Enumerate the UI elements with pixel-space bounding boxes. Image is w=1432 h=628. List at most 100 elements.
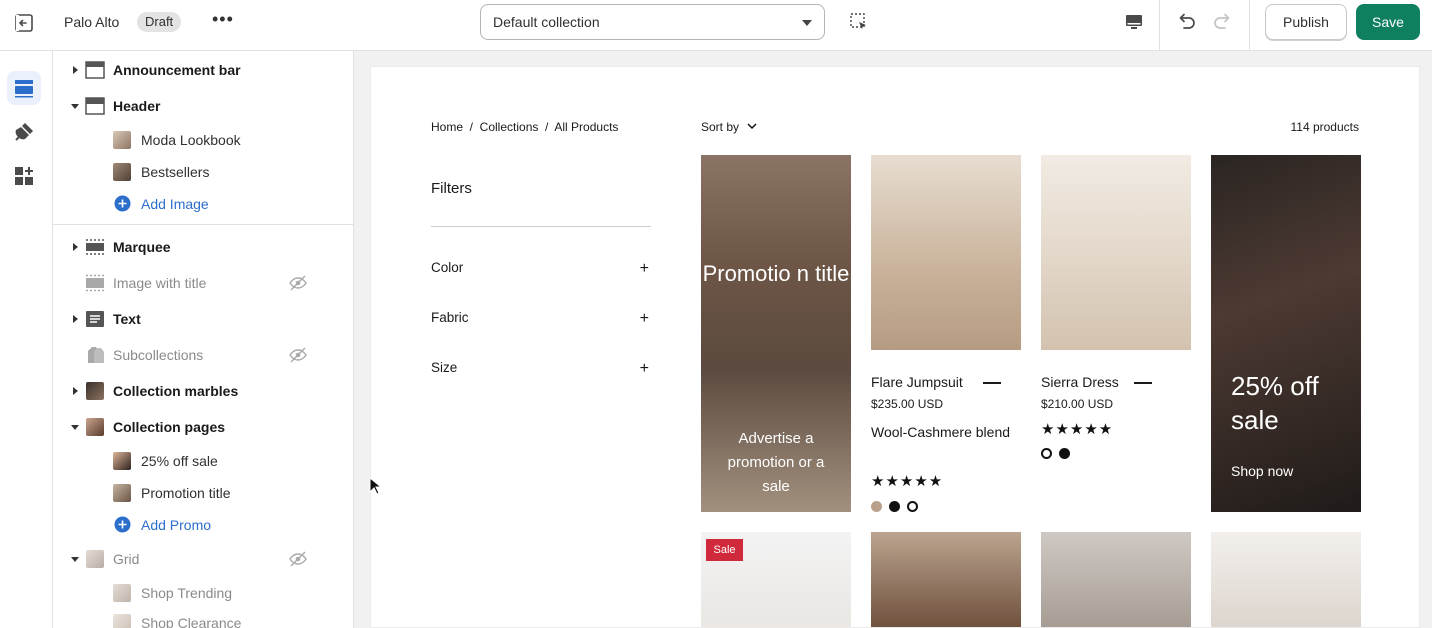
chevron-right-icon[interactable] [73, 315, 78, 323]
product-dash [1134, 382, 1152, 384]
block-label: Promotion title [141, 485, 231, 501]
section-image-with-title[interactable]: Image with title [53, 267, 353, 299]
filter-color[interactable]: Color + [431, 260, 651, 280]
block-shop-clearance[interactable]: Shop Clearance [53, 607, 353, 628]
product-name[interactable]: Flare Jumpsuit [871, 374, 963, 390]
add-image-button[interactable]: Add Image [53, 188, 353, 220]
block-moda-lookbook[interactable]: Moda Lookbook [53, 124, 353, 156]
mouse-cursor-icon [369, 477, 381, 495]
sale-title: 25% off sale [1231, 371, 1319, 435]
section-marquee[interactable]: Marquee [53, 231, 353, 263]
desktop-preview-icon[interactable] [1124, 12, 1144, 32]
section-collection-pages[interactable]: Collection pages [53, 411, 353, 443]
rail-apps-button[interactable] [7, 159, 41, 193]
filters-divider [431, 226, 651, 227]
product-image[interactable] [1041, 532, 1191, 627]
color-swatch[interactable] [889, 501, 900, 512]
chevron-down-icon [747, 123, 757, 130]
rail-sections-button[interactable] [7, 71, 41, 105]
section-thumbnail [86, 382, 104, 400]
block-label: 25% off sale [141, 453, 218, 469]
block-shop-trending[interactable]: Shop Trending [53, 577, 353, 609]
block-promotion-title[interactable]: Promotion title [53, 477, 353, 509]
eye-hidden-icon[interactable] [289, 347, 307, 363]
product-image[interactable] [871, 532, 1021, 627]
shop-now-link[interactable]: Shop now [1231, 463, 1293, 479]
block-thumbnail [113, 614, 131, 628]
color-swatch[interactable] [907, 501, 918, 512]
chevron-right-icon[interactable] [73, 387, 78, 395]
filter-size[interactable]: Size + [431, 360, 651, 380]
add-promo-button[interactable]: Add Promo [53, 509, 353, 541]
sale-badge: Sale [706, 539, 743, 561]
block-bestsellers[interactable]: Bestsellers [53, 156, 353, 188]
store-preview[interactable]: Home / Collections / All Products Sort b… [370, 66, 1420, 628]
breadcrumb[interactable]: Home / Collections / All Products [431, 120, 618, 134]
block-label: Moda Lookbook [141, 132, 241, 148]
color-swatch[interactable] [871, 501, 882, 512]
editor-topbar: Palo Alto Draft ••• Default collection P… [0, 0, 1432, 51]
chevron-down-icon[interactable] [71, 104, 79, 109]
section-text[interactable]: Text [53, 303, 353, 335]
section-layout-icon [85, 97, 105, 115]
topbar-divider [1249, 0, 1250, 51]
block-label: Shop Clearance [141, 615, 242, 628]
more-actions-button[interactable]: ••• [212, 10, 234, 32]
filter-label: Fabric [431, 310, 469, 325]
section-collection-marbles[interactable]: Collection marbles [53, 375, 353, 407]
section-label: Header [113, 98, 161, 114]
paint-brush-icon [15, 123, 33, 141]
add-promo-label: Add Promo [141, 517, 212, 533]
sale-promo-card[interactable]: 25% off sale Shop now [1211, 155, 1361, 512]
filter-label: Color [431, 260, 464, 275]
chevron-right-icon[interactable] [73, 243, 78, 251]
section-layout-icon [88, 347, 104, 363]
block-thumbnail [113, 584, 131, 602]
promotion-text: Advertise a promotion or a sale [727, 430, 825, 495]
chevron-down-icon[interactable] [71, 425, 79, 430]
section-label: Image with title [113, 275, 207, 291]
collection-select-value: Default collection [493, 14, 600, 30]
block-25-off-sale[interactable]: 25% off sale [53, 445, 353, 477]
rating-stars: ★★★★★ [1041, 421, 1114, 438]
block-thumbnail [113, 452, 131, 470]
product-image[interactable] [1211, 532, 1361, 627]
exit-icon[interactable] [13, 12, 35, 34]
promotion-card[interactable]: Promotio n title Advertise a promotion o… [701, 155, 851, 512]
save-button[interactable]: Save [1356, 4, 1420, 40]
section-label: Subcollections [113, 347, 204, 363]
eye-hidden-icon[interactable] [289, 551, 307, 567]
product-price: $210.00 USD [1041, 397, 1114, 411]
block-label: Shop Trending [141, 585, 233, 601]
collection-select[interactable]: Default collection [480, 4, 825, 40]
undo-icon[interactable] [1175, 11, 1197, 33]
filter-fabric[interactable]: Fabric + [431, 310, 651, 330]
color-swatch[interactable] [1059, 448, 1070, 459]
product-name[interactable]: Sierra Dress [1041, 374, 1119, 390]
section-subcollections[interactable]: Subcollections [53, 339, 353, 371]
rail-theme-settings-button[interactable] [7, 115, 41, 149]
section-header[interactable]: Header [53, 90, 353, 122]
section-grid[interactable]: Grid [53, 543, 353, 575]
chevron-right-icon[interactable] [73, 66, 78, 74]
section-label: Grid [113, 551, 140, 567]
publish-button[interactable]: Publish [1265, 4, 1347, 40]
add-image-label: Add Image [141, 196, 209, 212]
section-layout-icon [86, 239, 104, 255]
section-divider [53, 224, 353, 225]
section-announcement-bar[interactable]: Announcement bar [53, 54, 353, 86]
chevron-down-icon[interactable] [71, 557, 79, 562]
section-label: Collection pages [113, 419, 226, 435]
filter-label: Size [431, 360, 458, 375]
redo-icon[interactable] [1212, 11, 1234, 33]
plus-icon: + [639, 260, 649, 277]
color-swatch[interactable] [1041, 448, 1052, 459]
block-thumbnail [113, 131, 131, 149]
inspect-selection-icon[interactable] [849, 12, 869, 32]
eye-hidden-icon[interactable] [289, 275, 307, 291]
product-image[interactable] [1041, 155, 1191, 350]
sort-by-dropdown[interactable]: Sort by [701, 120, 739, 134]
block-label: Bestsellers [141, 164, 210, 180]
add-circle-icon [114, 195, 131, 212]
product-image[interactable] [871, 155, 1021, 350]
